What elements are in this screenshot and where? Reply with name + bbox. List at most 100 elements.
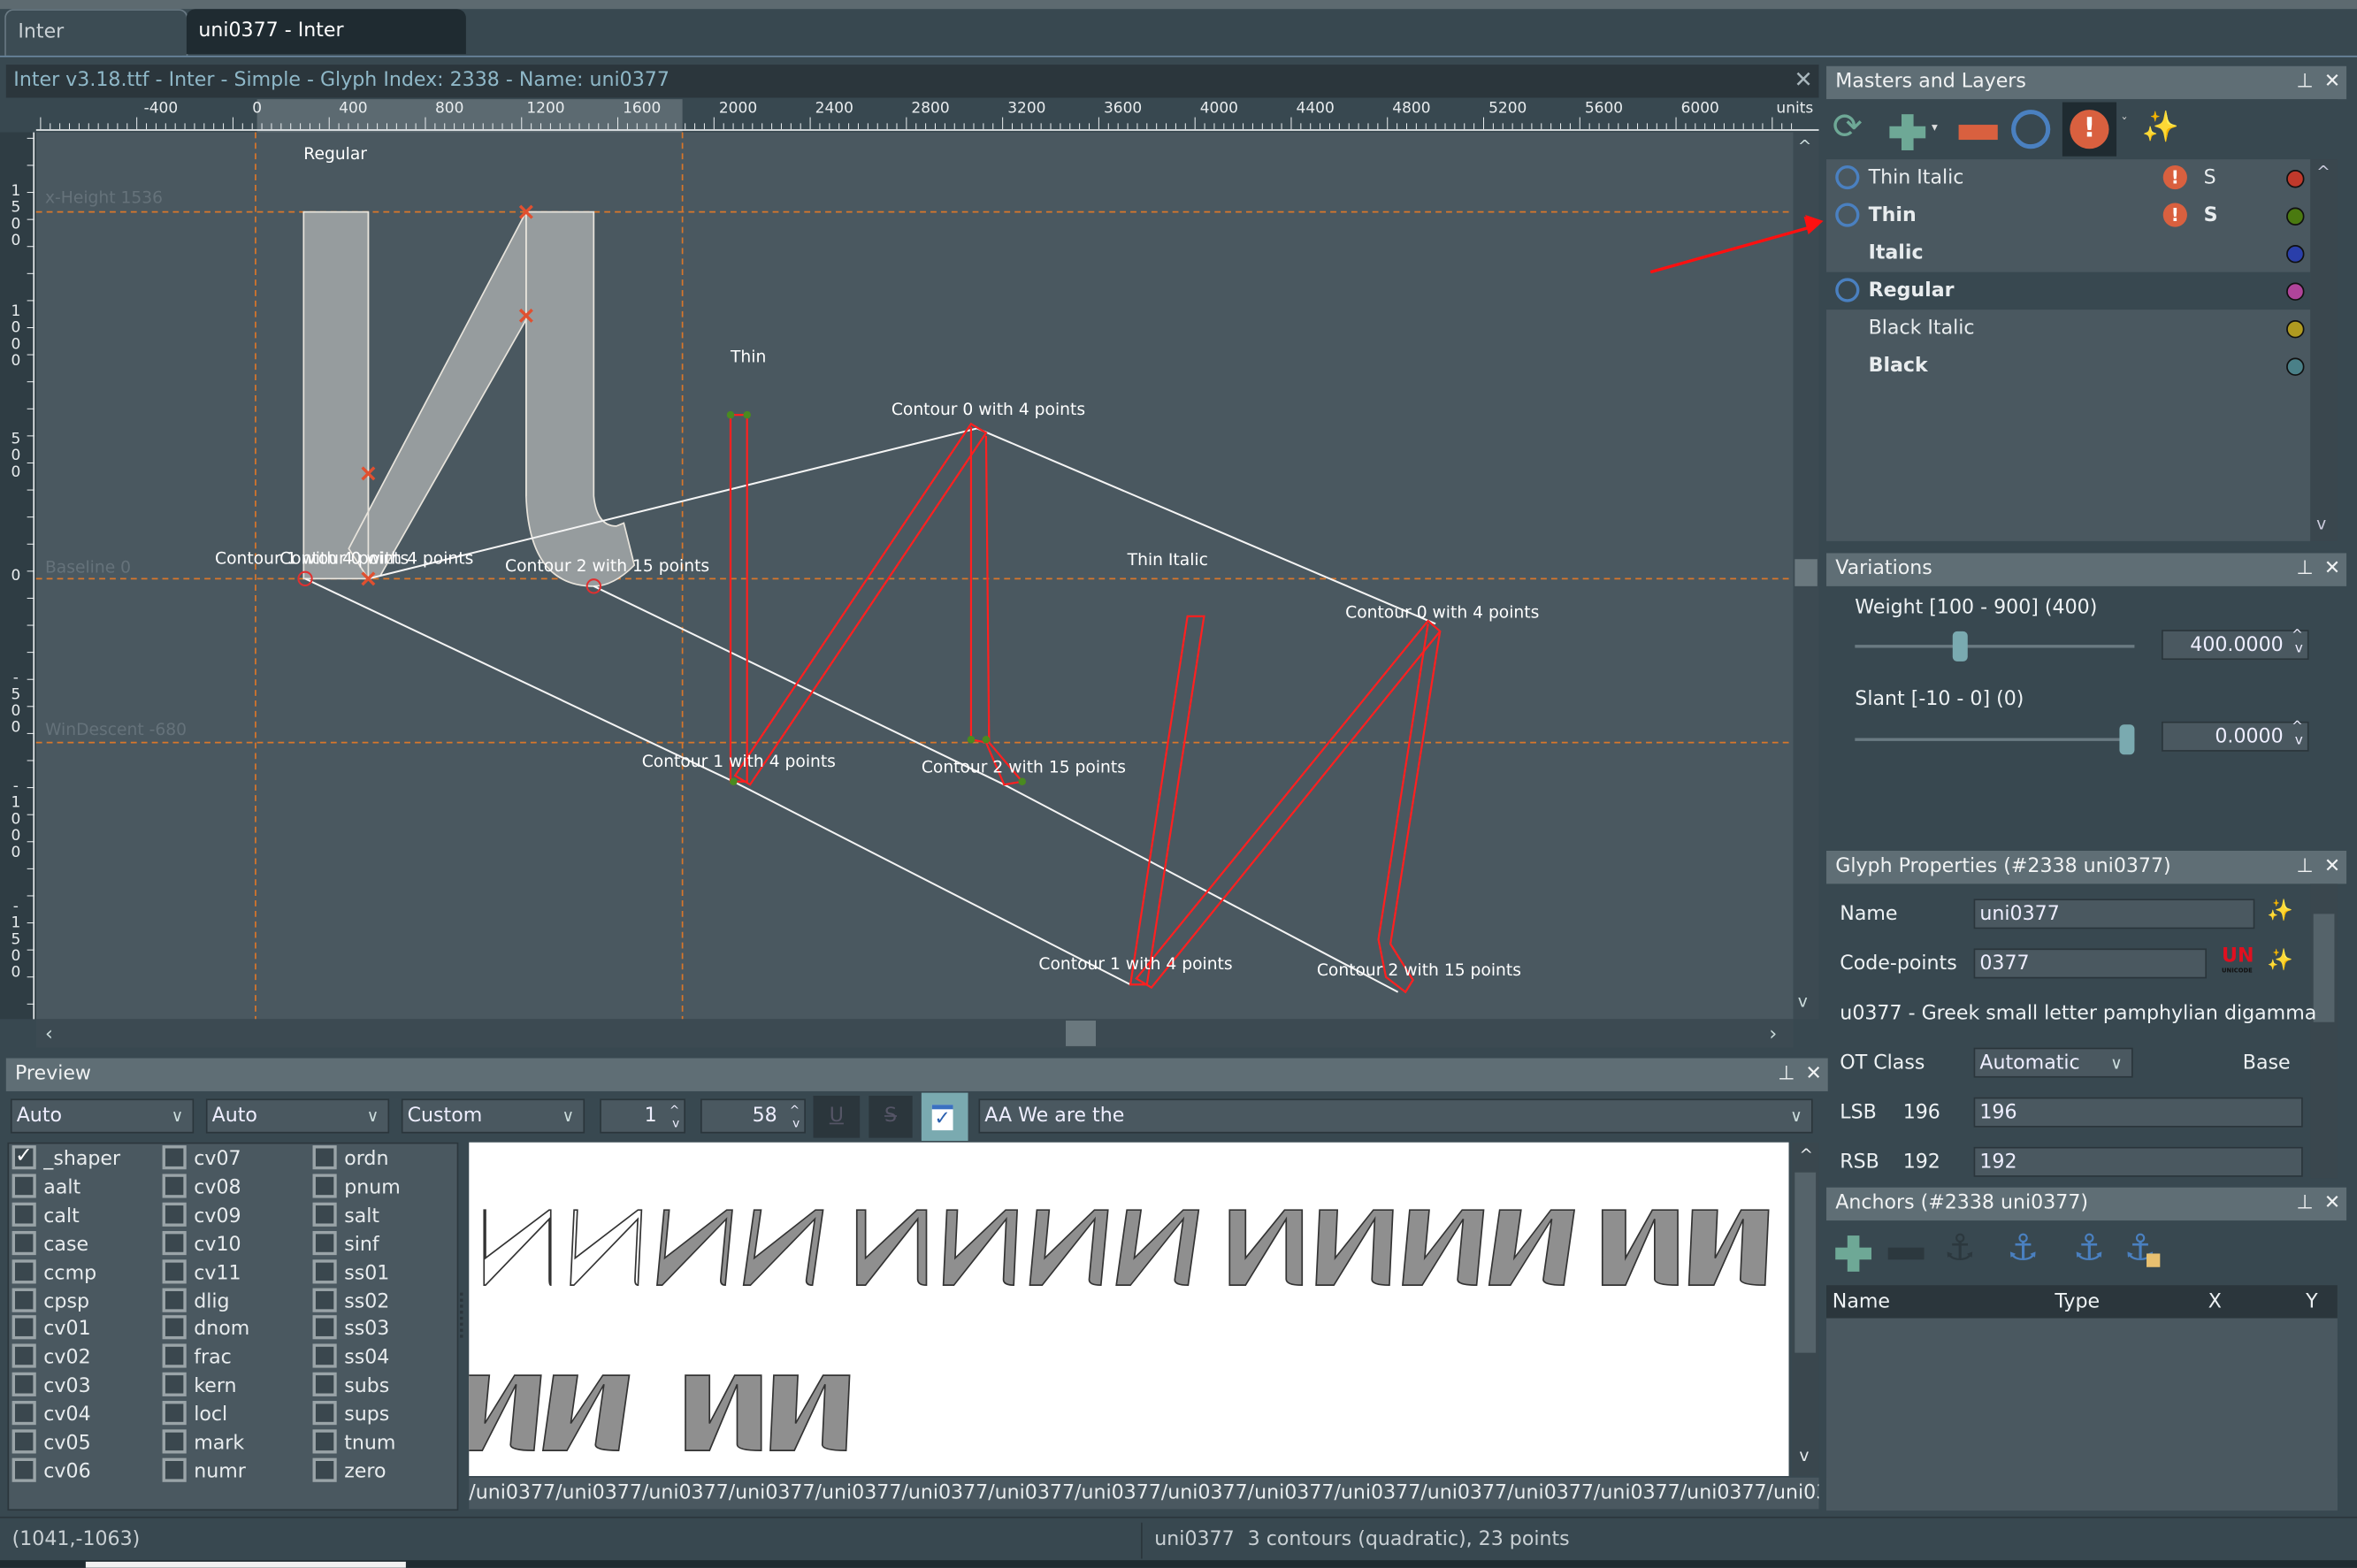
feature-checkbox-dnom[interactable]: dnom (162, 1315, 249, 1344)
tab-glyph[interactable]: uni0377 - Inter v3.18.ttf× (186, 9, 466, 88)
spin-arrows-icon[interactable]: ^ v (2292, 629, 2303, 657)
vertical-scroll-thumb[interactable] (1795, 559, 1817, 586)
checkbox[interactable] (11, 1343, 36, 1369)
feature-checkbox-calt[interactable]: calt (11, 1202, 80, 1230)
horizontal-scroll-thumb[interactable] (1066, 1021, 1097, 1046)
checkbox[interactable] (162, 1401, 187, 1426)
remove-anchor-icon[interactable] (1887, 1247, 1925, 1260)
rsb-input[interactable]: 192 (1973, 1146, 2303, 1177)
master-item[interactable]: Black Italic (1826, 310, 2310, 347)
add-anchor-icon[interactable] (1835, 1235, 1872, 1272)
features-mode-select[interactable]: Custom ∨ (401, 1098, 585, 1134)
checkbox[interactable] (162, 1287, 187, 1312)
preview-scrollbar[interactable]: ^ v (1791, 1142, 1819, 1477)
magic-wand-icon[interactable]: ✨ (2142, 108, 2179, 144)
feature-checkbox-dlig[interactable]: dlig (162, 1287, 230, 1316)
checkbox[interactable] (11, 1174, 36, 1198)
feature-checkbox-cv08[interactable]: cv08 (162, 1174, 241, 1202)
codepoints-input[interactable]: 0377 (1973, 948, 2208, 979)
checkbox[interactable] (312, 1343, 337, 1369)
master-color-swatch[interactable] (2286, 207, 2305, 226)
checkbox[interactable] (162, 1343, 187, 1369)
close-icon[interactable]: ✕ (1794, 66, 1812, 94)
checkbox[interactable] (312, 1457, 337, 1482)
feature-checkbox-cv07[interactable]: cv07 (162, 1145, 241, 1174)
master-color-swatch[interactable] (2286, 320, 2305, 339)
checkbox[interactable] (312, 1373, 337, 1397)
feature-checkbox-ordn[interactable]: ordn (312, 1145, 388, 1174)
script-select[interactable]: Auto ∨ (10, 1098, 195, 1134)
master-color-swatch[interactable] (2286, 245, 2305, 264)
feature-checkbox-salt[interactable]: salt (312, 1202, 379, 1230)
font-size-spinbox[interactable]: 58 ^ v (700, 1098, 806, 1134)
masters-scrollbar[interactable]: ^ v (2310, 159, 2338, 541)
checkbox[interactable] (312, 1230, 337, 1255)
unicode-logo-icon[interactable]: UN UNICODE (2222, 946, 2254, 975)
feature-checkbox-subs[interactable]: subs (312, 1373, 389, 1401)
glyph-string-input[interactable]: /uni0377/uni0377/uni0377/uni0377/uni0377… (469, 1477, 1819, 1510)
horizontal-scrollbar[interactable] (35, 1019, 1794, 1048)
feature-checkbox-cpsp[interactable]: cpsp (11, 1287, 89, 1316)
otclass-select[interactable]: Automatic ∨ (1973, 1047, 2133, 1078)
splitter-handle[interactable] (460, 1292, 467, 1338)
master-item[interactable]: Black (1826, 348, 2310, 385)
remove-icon[interactable] (1958, 125, 1998, 141)
close-icon[interactable]: ✕ (2324, 66, 2341, 99)
feature-checkbox-numr[interactable]: numr (162, 1457, 246, 1486)
tab-font[interactable]: Inter v3.18.ttf× (4, 9, 188, 88)
checkbox[interactable] (312, 1174, 337, 1198)
slant-value-spinbox[interactable]: 0.0000 ^ v (2162, 721, 2309, 752)
pin-icon[interactable]: ⊥ (2296, 1188, 2313, 1220)
language-select[interactable]: Auto ∨ (205, 1098, 390, 1134)
anchor-list-icon[interactable]: ⚓ (2007, 1227, 2039, 1269)
spin-arrows-icon[interactable]: ^ v (670, 1104, 679, 1131)
contour-0[interactable] (302, 210, 370, 580)
feature-checkbox-_shaper[interactable]: _shaper (11, 1143, 120, 1174)
checkbox[interactable] (162, 1202, 187, 1227)
checkbox[interactable] (11, 1230, 36, 1255)
preview-render-area[interactable] (469, 1142, 1789, 1477)
feature-checkbox-case[interactable]: case (11, 1230, 88, 1258)
pin-icon[interactable]: ⊥ (2296, 66, 2313, 99)
feature-checkbox-cv10[interactable]: cv10 (162, 1230, 241, 1258)
glyph-name-input[interactable]: uni0377 (1973, 899, 2255, 929)
feature-checkbox-cv03[interactable]: cv03 (11, 1373, 91, 1401)
dropdown-arrow-icon[interactable]: ˇ (2121, 118, 2128, 133)
spin-arrows-icon[interactable]: ^ v (2292, 721, 2303, 749)
checkbox[interactable] (162, 1145, 187, 1170)
feature-checkbox-cv04[interactable]: cv04 (11, 1401, 91, 1429)
checkbox[interactable] (162, 1315, 187, 1341)
feature-checkbox-sinf[interactable]: sinf (312, 1230, 379, 1258)
close-icon[interactable]: ✕ (2324, 851, 2341, 883)
feature-checkbox-pnum[interactable]: pnum (312, 1174, 401, 1202)
feature-checkbox-cv06[interactable]: cv06 (11, 1457, 91, 1486)
checkbox[interactable] (162, 1373, 187, 1397)
scroll-left-icon[interactable]: ‹ (45, 1022, 53, 1045)
checkbox[interactable] (162, 1258, 187, 1283)
feature-checkbox-cv01[interactable]: cv01 (11, 1315, 91, 1344)
checkbox[interactable] (11, 1315, 36, 1341)
column-header-type[interactable]: Type (2055, 1291, 2100, 1313)
checkbox[interactable] (162, 1457, 187, 1482)
master-icon[interactable] (2011, 110, 2051, 149)
scroll-thumb[interactable] (1795, 1172, 1817, 1353)
scroll-down-icon[interactable]: v (1798, 993, 1808, 1012)
checkbox[interactable] (11, 1258, 36, 1283)
feature-checkbox-ss03[interactable]: ss03 (312, 1315, 389, 1344)
dropdown-arrow-icon[interactable]: ▾ (1932, 120, 1938, 134)
feature-checkbox-ss01[interactable]: ss01 (312, 1258, 389, 1288)
column-header-y[interactable]: Y (2306, 1291, 2318, 1313)
master-item[interactable]: Italic (1826, 234, 2310, 272)
underline-toggle[interactable]: U (813, 1096, 861, 1138)
checkbox[interactable] (11, 1202, 36, 1227)
checkbox[interactable] (11, 1143, 36, 1171)
checkbox[interactable] (11, 1373, 36, 1397)
master-item[interactable]: Thin Italic! S (1826, 159, 2310, 196)
warning-button[interactable]: ! (2062, 102, 2117, 157)
scroll-right-icon[interactable]: › (1769, 1022, 1777, 1045)
close-icon[interactable]: ✕ (1805, 1059, 1822, 1091)
pin-icon[interactable]: ⊥ (2296, 851, 2313, 883)
checkbox[interactable] (11, 1401, 36, 1426)
weight-slider[interactable] (1855, 631, 2135, 662)
scroll-down-icon[interactable]: v (1799, 1446, 1809, 1465)
